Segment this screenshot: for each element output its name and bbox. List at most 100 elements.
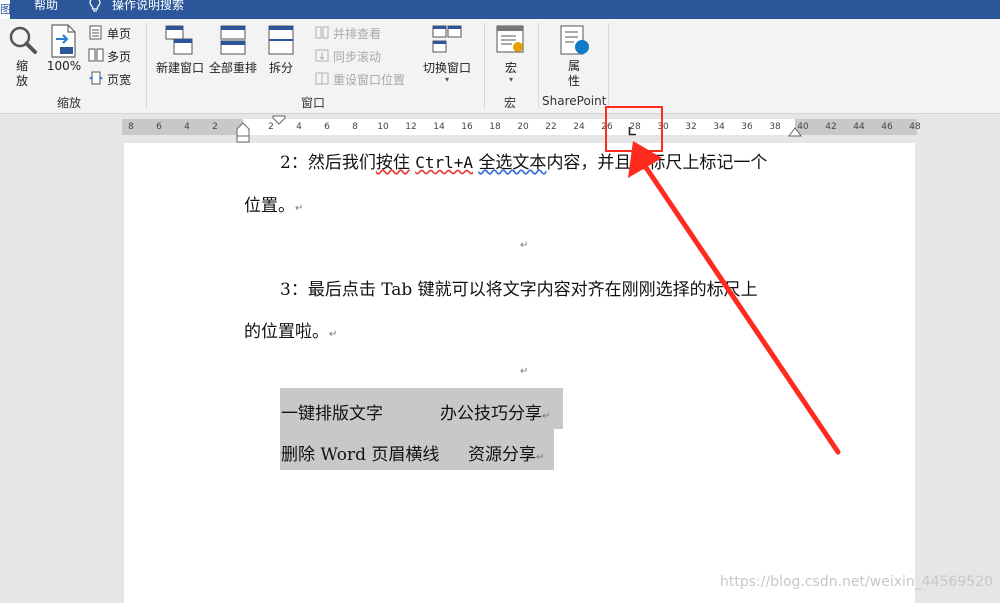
empty-paragraph: ↵ xyxy=(520,233,528,253)
ruler-number: 8 xyxy=(352,122,358,132)
properties-label-2: 性 xyxy=(567,74,580,88)
page-width-icon xyxy=(89,71,103,85)
sync-scroll-icon xyxy=(315,49,329,62)
ruler-number: 38 xyxy=(769,122,781,132)
macros-icon xyxy=(496,25,524,53)
paragraph-step3-line2: 的位置啦。↵ xyxy=(244,317,337,342)
synchronous-scrolling-button[interactable]: 同步滚动 xyxy=(333,48,381,65)
ribbon-tab-view[interactable]: 图 xyxy=(0,0,10,19)
group-divider xyxy=(538,23,539,109)
zoom-100-icon xyxy=(51,24,76,58)
paragraph-step2-line2: 位置。↵ xyxy=(244,191,303,216)
document-page[interactable]: 2：然后我们按住 Ctrl+A 全选文本内容，并且在标尺上标记一个 位置。↵ ↵… xyxy=(124,143,915,603)
ruler-number: 32 xyxy=(685,122,697,132)
window-group-label: 窗口 xyxy=(301,96,326,110)
first-line-indent-marker-icon[interactable] xyxy=(272,115,286,125)
macros-button[interactable]: 宏 ▾ xyxy=(500,59,522,84)
text-segment: 资源分享 xyxy=(468,445,536,465)
ruler-number: 34 xyxy=(713,122,725,132)
group-divider xyxy=(484,23,485,109)
properties-icon xyxy=(560,25,589,55)
ruler-number: 44 xyxy=(853,122,865,132)
tabbed-line-2-right: 资源分享↵ xyxy=(468,440,544,465)
ruler-number: 22 xyxy=(545,122,557,132)
new-window-button[interactable]: 新建窗口 xyxy=(154,59,206,76)
right-indent-marker-icon[interactable] xyxy=(788,125,802,137)
tabbed-line-2-left: 删除 Word 页眉横线 xyxy=(281,445,440,465)
tabbed-line-1-right: 办公技巧分享↵ xyxy=(440,399,550,424)
view-side-by-side-button[interactable]: 并排查看 xyxy=(333,25,381,42)
new-window-icon xyxy=(165,25,193,55)
paragraph-mark: ↵ xyxy=(520,366,529,377)
switch-windows-icon xyxy=(432,25,462,53)
reset-window-position-icon xyxy=(315,72,329,85)
zoom-group-label: 缩放 xyxy=(57,96,82,110)
zoom-label-2: 放 xyxy=(15,74,28,88)
text-segment: 位置。 xyxy=(244,196,295,216)
ruler-number: 20 xyxy=(517,122,529,132)
paragraph-mark: ↵ xyxy=(520,240,529,251)
ruler-number: 42 xyxy=(825,122,837,132)
properties-button[interactable]: 属 性 xyxy=(562,59,586,89)
ruler-number: 12 xyxy=(405,122,417,132)
horizontal-ruler[interactable]: 8 6 4 2 2 4 6 8 10 12 14 16 18 20 22 24 26 28 30 32 34 36 38 40… xyxy=(122,115,921,143)
arrange-all-icon xyxy=(220,25,246,55)
text-segment: 办公技巧分享 xyxy=(440,404,542,424)
multiple-pages-button[interactable]: 多页 xyxy=(107,48,131,65)
ruler-number: 18 xyxy=(489,122,501,132)
annotation-highlight-box xyxy=(605,106,663,152)
arrange-all-button[interactable]: 全部重排 xyxy=(207,59,259,76)
one-page-button[interactable]: 单页 xyxy=(107,25,131,42)
group-divider xyxy=(608,23,609,109)
empty-paragraph: ↵ xyxy=(520,359,528,379)
ruler-number: 10 xyxy=(377,122,389,132)
paragraph-mark: ↵ xyxy=(295,203,304,214)
text-segment: 全选文本 xyxy=(478,153,547,173)
chevron-down-icon: ▾ xyxy=(508,75,513,84)
ruler-number: 4 xyxy=(296,122,302,132)
paragraph-mark: ↵ xyxy=(329,329,338,340)
ruler-number: 16 xyxy=(461,122,473,132)
chevron-down-icon: ▾ xyxy=(444,75,449,84)
one-page-icon xyxy=(89,25,102,40)
properties-label-1: 属 xyxy=(567,59,580,73)
ruler-number: 8 xyxy=(128,122,134,132)
side-by-side-icon xyxy=(315,26,329,39)
group-divider xyxy=(146,23,147,109)
ruler-number: 4 xyxy=(184,122,190,132)
sharepoint-group-label: SharePoint xyxy=(542,94,607,108)
ruler-number: 46 xyxy=(881,122,893,132)
paragraph-step2-line1: 2：然后我们按住 Ctrl+A 全选文本内容，并且在标尺上标记一个 xyxy=(280,148,767,173)
title-bar: 图 帮助 操作说明搜索 xyxy=(0,0,1000,19)
zoom-magnifier-icon xyxy=(9,26,37,54)
tabbed-line-1-left: 一键排版文字 xyxy=(281,404,383,424)
split-button[interactable]: 拆分 xyxy=(264,59,298,76)
left-indent-marker-icon[interactable] xyxy=(235,119,251,143)
switch-windows-label: 切换窗口 xyxy=(422,61,471,75)
page-width-button[interactable]: 页宽 xyxy=(107,71,131,88)
text-segment: Ctrl+A xyxy=(415,153,474,172)
ruler-number: 36 xyxy=(741,122,753,132)
ruler-number: 24 xyxy=(573,122,585,132)
macros-label: 宏 xyxy=(504,61,517,75)
ruler-number: 14 xyxy=(433,122,445,132)
ribbon: 缩 放 100% 单页 多页 页宽 缩放 新建窗口 全部重排 拆分 并排查看 同… xyxy=(0,19,1000,114)
ruler-number: 6 xyxy=(324,122,330,132)
paragraph-mark: ↵ xyxy=(542,411,551,422)
lightbulb-icon xyxy=(89,0,101,12)
paragraph-mark: ↵ xyxy=(536,452,545,463)
reset-window-position-button[interactable]: 重设窗口位置 xyxy=(333,71,405,88)
text-segment: 内容，并且在标尺上标记一个 xyxy=(546,153,768,173)
ruler-number: 6 xyxy=(156,122,162,132)
ruler-number: 2 xyxy=(212,122,218,132)
text-segment: 3：最后点击 Tab 键就可以将文字内容对齐在刚刚选择的标尺上 xyxy=(280,280,758,300)
zoom-100-button[interactable]: 100% xyxy=(46,59,82,73)
ribbon-tab-help[interactable]: 帮助 xyxy=(34,0,58,12)
switch-windows-button[interactable]: 切换窗口 ▾ xyxy=(419,59,475,84)
tell-me-search[interactable]: 操作说明搜索 xyxy=(112,0,184,12)
zoom-label-1: 缩 xyxy=(15,59,28,73)
macro-group-label: 宏 xyxy=(504,96,517,110)
paragraph-step3-line1: 3：最后点击 Tab 键就可以将文字内容对齐在刚刚选择的标尺上 xyxy=(280,275,758,300)
zoom-button[interactable]: 缩 放 xyxy=(10,59,34,89)
multiple-pages-icon xyxy=(88,48,104,62)
